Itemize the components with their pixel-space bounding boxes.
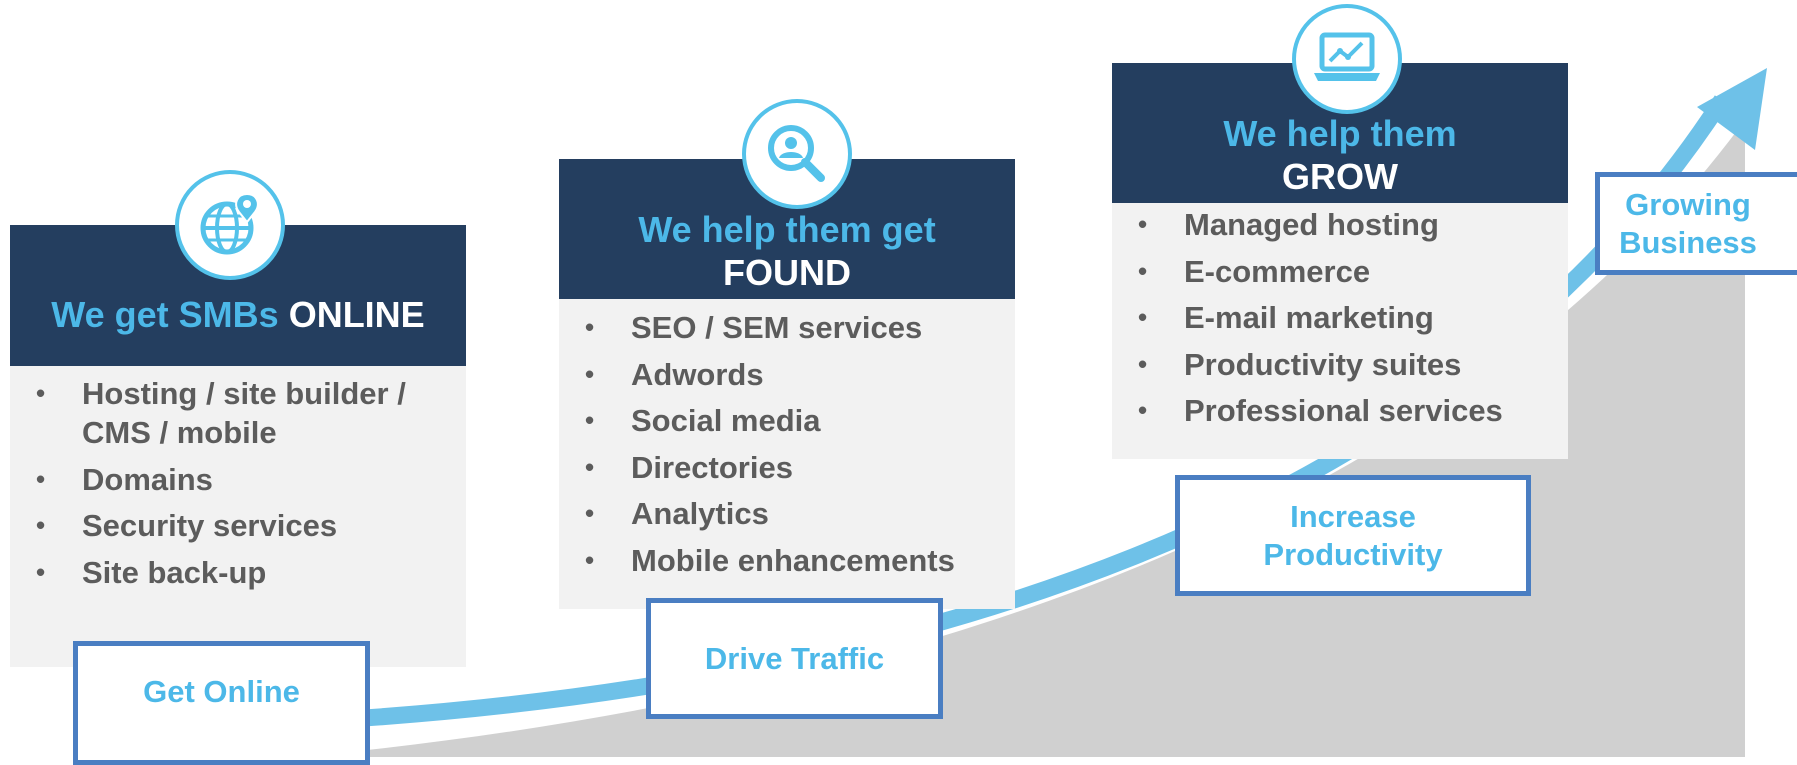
card-grow: We help them GROW • Managed hosting • E-co… bbox=[1112, 63, 1568, 459]
list-item: • Site back-up bbox=[36, 554, 267, 590]
list-item: • Directories bbox=[585, 449, 793, 485]
card-body: • SEO / SEM services • Adwords • Social med… bbox=[559, 299, 1015, 609]
stage-label-line1: Increase bbox=[1290, 498, 1416, 534]
list-item: • Hosting / site builder / CMS / mobile bbox=[36, 376, 406, 450]
card-header-accent: We get SMBs bbox=[51, 293, 279, 335]
list-item: • Managed hosting bbox=[1138, 207, 1439, 242]
card-header-strong: ONLINE bbox=[288, 293, 425, 335]
card-found: We help them get FOUND • SEO / SEM servic… bbox=[559, 159, 1015, 609]
list-item: • Mobile enhancements bbox=[585, 542, 955, 578]
card-body: • Hosting / site builder / CMS / mobile •… bbox=[10, 366, 466, 667]
list-item: • Adwords bbox=[585, 356, 764, 392]
laptop-chart-icon bbox=[1292, 4, 1402, 114]
stage-label: Get Online bbox=[143, 674, 300, 709]
globe-pin-icon bbox=[175, 170, 285, 280]
list-item: • Security services bbox=[36, 508, 338, 543]
list-item: • Productivity suites bbox=[1138, 346, 1462, 382]
stage-growing-business: Growing Business bbox=[1595, 172, 1797, 275]
card-body: • Managed hosting • E-commerce • E-mail mar… bbox=[1112, 203, 1568, 459]
stage-get-online: Get Online bbox=[73, 641, 370, 765]
list-item: • Social media bbox=[585, 403, 821, 438]
list-item: • Professional services bbox=[1138, 393, 1503, 428]
card-header-strong: GROW bbox=[1282, 156, 1398, 197]
card-header-accent: We help them get bbox=[638, 209, 936, 250]
stage-label-line2: Productivity bbox=[1263, 536, 1443, 572]
magnifier-person-icon bbox=[742, 99, 852, 209]
list-item: • Analytics bbox=[585, 496, 769, 531]
stage-drive-traffic: Drive Traffic bbox=[646, 598, 943, 719]
stage-increase-productivity: Increase Productivity bbox=[1175, 475, 1531, 596]
stage-label-line1: Growing bbox=[1625, 186, 1751, 222]
list-item: • E-commerce bbox=[1138, 253, 1371, 289]
stage-label-line2: Business bbox=[1619, 224, 1757, 260]
list-item: • E-mail marketing bbox=[1138, 300, 1434, 335]
card-header-accent: We help them bbox=[1223, 113, 1457, 154]
list-item: • Domains bbox=[36, 461, 213, 497]
stage-label: Drive Traffic bbox=[704, 640, 885, 676]
card-header-strong: FOUND bbox=[723, 252, 851, 293]
list-item: • SEO / SEM services bbox=[585, 310, 923, 345]
card-online: We get SMBs ONLINE • Hosting / site build… bbox=[10, 225, 466, 667]
